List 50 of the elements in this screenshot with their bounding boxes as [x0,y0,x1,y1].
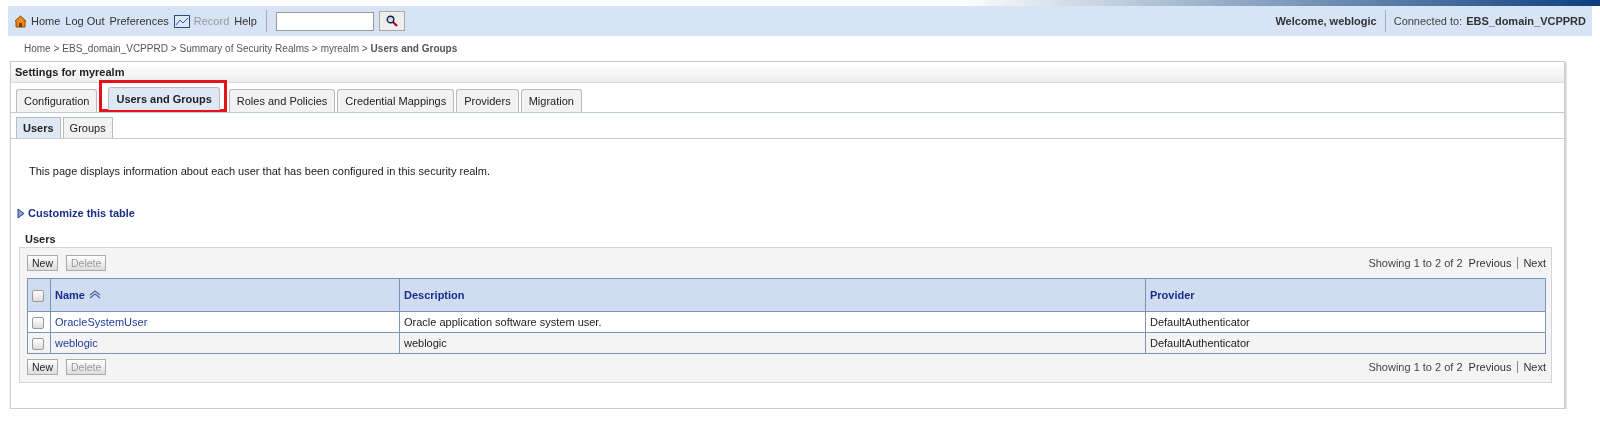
tab[interactable]: Configuration [16,89,98,112]
table-cell: DefaultAuthenticator [1150,316,1250,328]
tab[interactable]: Roles and Policies [228,89,336,112]
breadcrumb-link[interactable]: Users and Groups [370,42,458,54]
search-button[interactable] [378,11,405,31]
column-header[interactable]: Description [404,289,465,301]
house-icon [14,14,27,28]
customize-link[interactable]: Customize this table [17,207,135,219]
user-name-link[interactable]: OracleSystemUser [55,316,148,328]
user-name-link[interactable]: weblogic [55,337,98,349]
toolbar-link[interactable]: Log Out [65,15,105,27]
subtab[interactable]: Users [16,117,61,138]
search-icon [385,15,398,27]
breadcrumb-link[interactable]: EBS_domain_VCPPRD > [62,42,177,54]
checkbox[interactable] [32,337,44,350]
tab[interactable]: Users and Groups [108,87,220,110]
toolbar-link[interactable]: Preferences [109,15,169,27]
next-link[interactable]: Next [1517,257,1546,269]
table-cell: Oracle application software system user. [404,316,602,328]
column-header[interactable]: Name [55,289,85,301]
toolbar-link[interactable]: Home [14,14,61,28]
breadcrumb-link[interactable]: Summary of Security Realms > [179,42,318,54]
table-title: Users [25,233,57,245]
search-field[interactable] [275,11,374,31]
tab[interactable]: Migration [520,89,582,112]
checkbox[interactable] [32,316,44,329]
expand-arrow-icon [17,207,25,219]
panel-title: Settings for myrealm [11,62,1564,83]
connected-label: Connected to: [1393,15,1463,27]
checkbox[interactable] [32,289,44,302]
breadcrumb-link[interactable]: myrealm > [320,42,368,54]
new-button[interactable]: New [27,255,58,271]
tab[interactable]: Providers [456,89,519,112]
table-cell: weblogic [404,337,447,349]
column-header[interactable]: Provider [1150,289,1195,301]
new-button[interactable]: New [27,359,58,375]
previous-link[interactable]: Previous [1468,257,1512,269]
chart-icon [173,14,190,28]
domain-name: EBS_domain_VCPPRD [1466,15,1586,27]
tab[interactable]: Credential Mappings [337,89,455,112]
previous-link[interactable]: Previous [1468,361,1512,373]
pager-status: Showing 1 to 2 of 2 [1368,257,1463,269]
table-cell: DefaultAuthenticator [1150,337,1250,349]
welcome-text: Welcome, weblogic [1275,15,1377,27]
pager-status: Showing 1 to 2 of 2 [1368,361,1463,373]
subtab[interactable]: Groups [62,117,113,138]
page-description: This page displays information about each user that has been configured in this security realm. [29,165,491,177]
toolbar-link[interactable]: Help [234,15,257,27]
next-link[interactable]: Next [1517,361,1546,373]
breadcrumb-link[interactable]: Home > [24,42,60,54]
